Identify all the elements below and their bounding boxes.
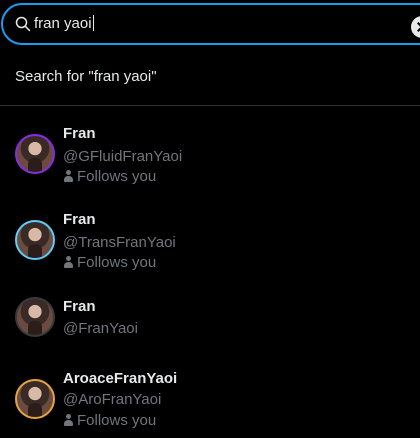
avatar	[15, 379, 55, 419]
search-for-label: Search for "fran yaoi"	[15, 68, 157, 85]
text-caret	[92, 15, 94, 31]
follows-you-label: Follows you	[77, 254, 157, 271]
user-display-name: AroaceFranYaoi	[63, 370, 178, 387]
search-for-query-option[interactable]: Search for "fran yaoi"	[0, 52, 420, 106]
user-handle: @FranYaoi	[63, 320, 138, 337]
user-handle: @GFluidFranYaoi	[63, 148, 183, 165]
person-icon	[63, 414, 73, 426]
search-input[interactable]: fran yaoi	[34, 15, 94, 33]
search-input-value: fran yaoi	[34, 15, 92, 32]
person-icon	[63, 256, 73, 268]
avatar	[15, 220, 55, 260]
user-result-item[interactable]: Fran @FranYaoi	[0, 288, 420, 368]
user-result-item[interactable]: Fran @TransFranYaoi Follows you	[0, 201, 420, 281]
avatar	[15, 297, 55, 337]
search-typeahead-panel: fran yaoi Search for "fran yaoi" Fran @G…	[0, 0, 420, 438]
follows-you-indicator: Follows you	[63, 412, 156, 429]
person-icon	[63, 170, 73, 182]
follows-you-indicator: Follows you	[63, 254, 156, 271]
user-handle: @TransFranYaoi	[63, 234, 176, 251]
user-result-item[interactable]: AroaceFranYaoi @AroFranYaoi Follows you	[0, 360, 420, 438]
user-display-name: Fran	[63, 298, 96, 315]
user-result-item[interactable]: Fran @GFluidFranYaoi Follows you	[0, 115, 420, 195]
clear-search-button[interactable]	[411, 16, 420, 38]
avatar	[15, 134, 55, 174]
follows-you-indicator: Follows you	[63, 168, 156, 185]
follows-you-label: Follows you	[77, 412, 157, 429]
user-display-name: Fran	[63, 125, 96, 142]
search-icon	[15, 16, 31, 32]
user-handle: @AroFranYaoi	[63, 391, 162, 408]
user-display-name: Fran	[63, 211, 96, 228]
follows-you-label: Follows you	[77, 168, 157, 185]
search-box[interactable]: fran yaoi	[1, 3, 420, 45]
